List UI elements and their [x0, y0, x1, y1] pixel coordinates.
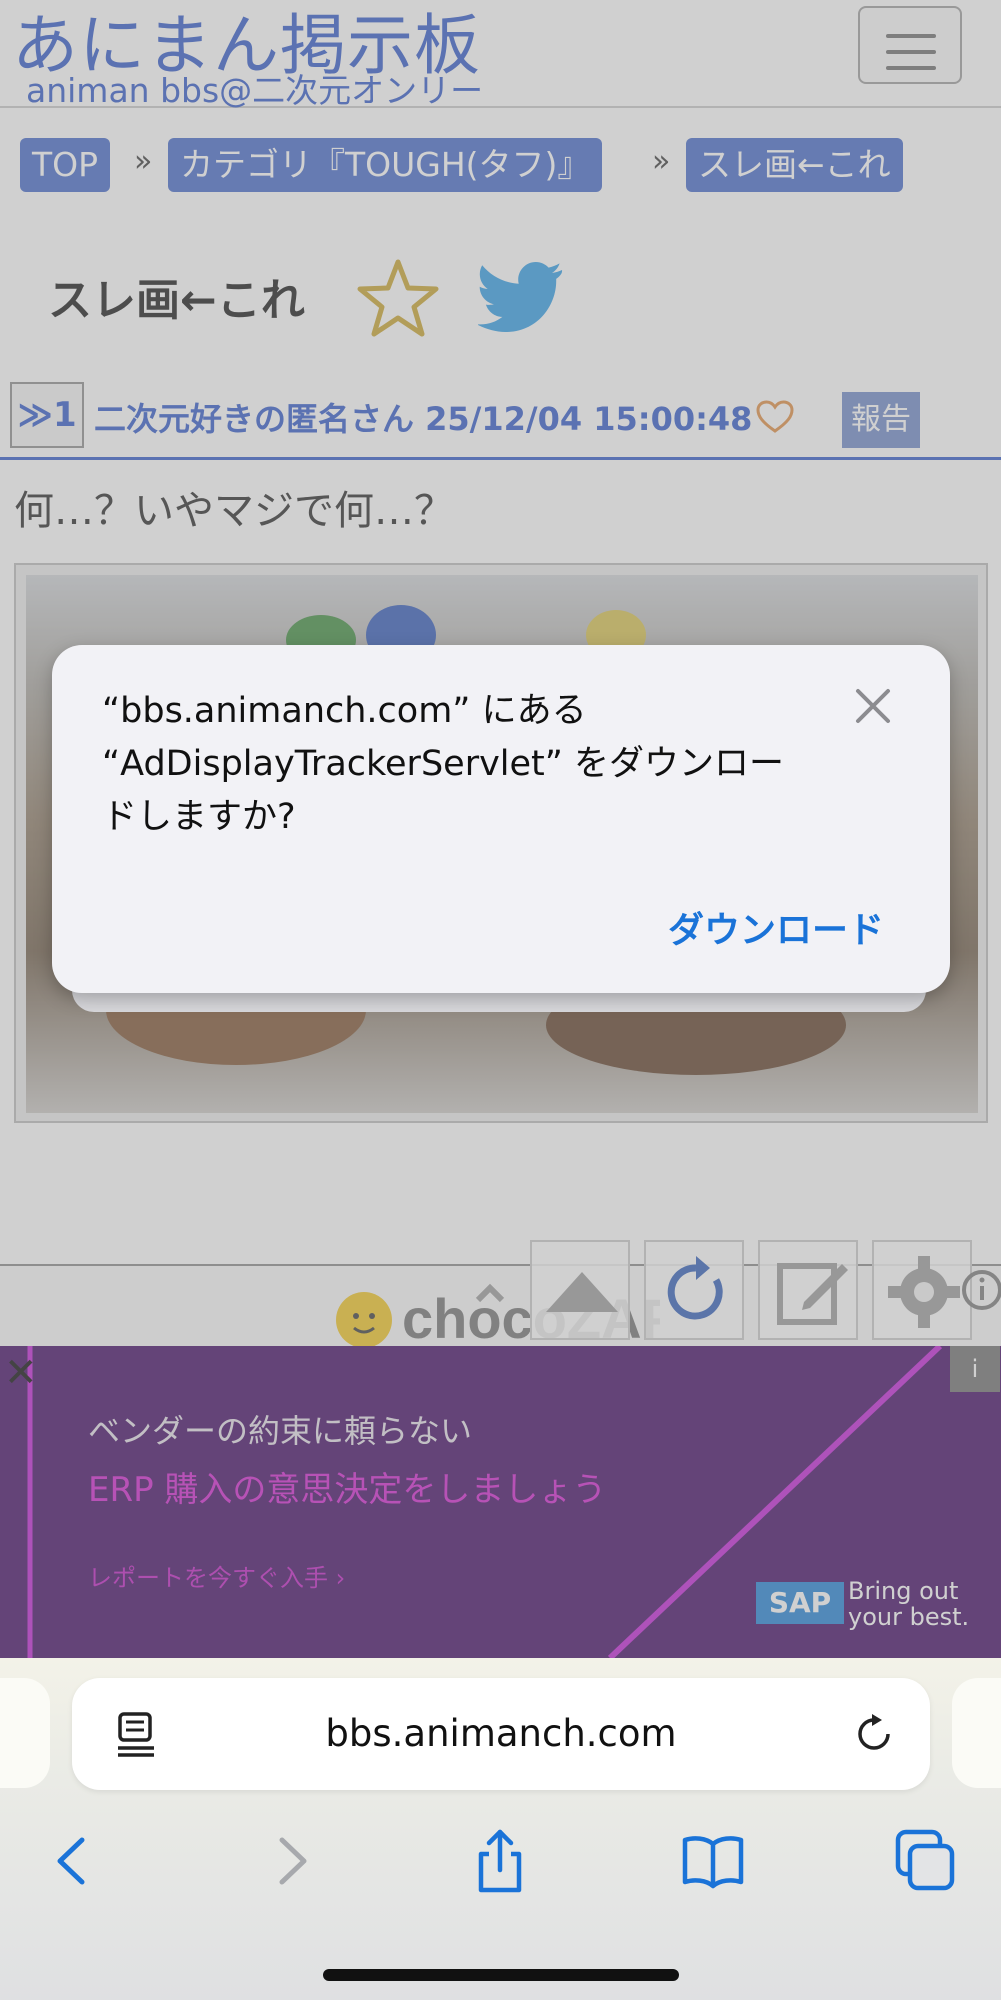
- page-menu-icon[interactable]: [114, 1710, 160, 1758]
- tabs-icon[interactable]: [892, 1828, 958, 1894]
- previous-tab-peek[interactable]: [0, 1678, 50, 1788]
- browser-toolbar: bbs.animanch.com: [0, 1658, 1001, 2000]
- next-tab-peek[interactable]: [952, 1678, 1001, 1788]
- forward-icon[interactable]: [258, 1828, 324, 1894]
- download-button[interactable]: ダウンロード: [668, 901, 884, 953]
- dialog-message: “bbs.animanch.com” にある “AdDisplayTracker…: [102, 691, 785, 837]
- home-indicator[interactable]: [323, 1969, 679, 1981]
- address-bar[interactable]: bbs.animanch.com: [72, 1678, 930, 1790]
- reload-icon[interactable]: [852, 1712, 896, 1756]
- url-text[interactable]: bbs.animanch.com: [72, 1678, 930, 1790]
- download-dialog: “bbs.animanch.com” にある “AdDisplayTracker…: [52, 645, 950, 993]
- bookmarks-icon[interactable]: [680, 1828, 746, 1894]
- close-icon[interactable]: [852, 685, 894, 727]
- share-icon[interactable]: [467, 1828, 533, 1894]
- back-icon[interactable]: [40, 1828, 106, 1894]
